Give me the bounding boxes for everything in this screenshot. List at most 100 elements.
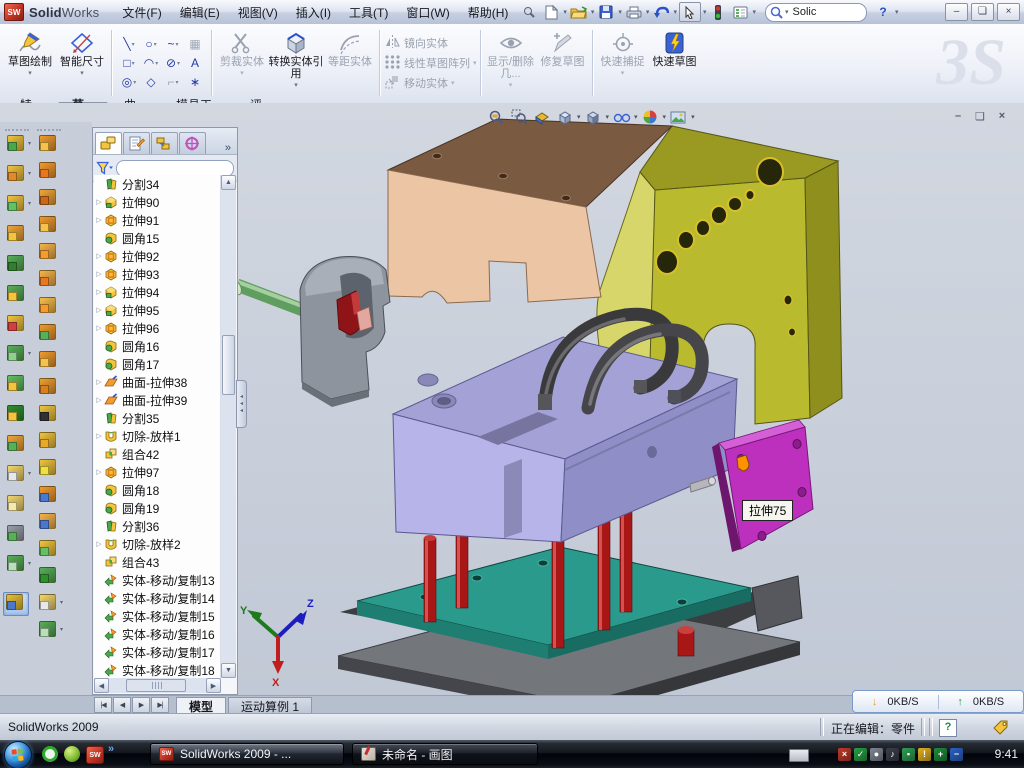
sketch-entity-icon[interactable]: □▾ [118, 54, 140, 73]
tree-item-拉伸92[interactable]: ▷拉伸92 [94, 247, 220, 265]
volume-icon[interactable]: ♪ [886, 748, 899, 761]
tree-item-切除-放样1[interactable]: ▷切除-放样1 [94, 427, 220, 445]
study-nav-0[interactable]: |◀ [94, 697, 112, 713]
tree-vertical-scrollbar[interactable]: ▲ ▼ [221, 175, 236, 678]
hide-show-items-icon[interactable] [611, 108, 632, 126]
offset-surface-button[interactable] [37, 350, 57, 368]
study-nav-3[interactable]: ▶| [151, 697, 169, 713]
curve-button[interactable]: ▾ [37, 620, 57, 638]
tree-item-圆角15[interactable]: 圆角15 [94, 229, 220, 247]
filter-input[interactable] [116, 160, 234, 177]
dropdown-arrow-icon[interactable]: ▾ [294, 81, 298, 89]
menu-窗口W[interactable]: 窗口(W) [397, 1, 458, 24]
taskbar-clock[interactable]: 9:41 [995, 747, 1018, 761]
tree-item-实体-移动/复制15[interactable]: 实体-移动/复制15 [94, 607, 220, 625]
sync-icon[interactable]: ▪ [902, 748, 915, 761]
sketch-entity-icon[interactable]: ◎▾ [118, 73, 140, 92]
sketch-entity-icon[interactable]: ○▾ [140, 35, 162, 54]
tree-item-实体-移动/复制17[interactable]: 实体-移动/复制17 [94, 643, 220, 661]
filled-surface-button[interactable] [37, 269, 57, 287]
menu-编辑E[interactable]: 编辑(E) [171, 1, 229, 24]
taskbar-button-1[interactable]: SWSolidWorks 2009 - ... [150, 743, 344, 765]
fillet-button[interactable]: ▾ [5, 194, 25, 212]
chamfer-button[interactable] [5, 284, 25, 302]
sketch-entity-icon[interactable]: ◇ [140, 73, 162, 92]
tree-item-组合43[interactable]: 组合43 [94, 553, 220, 571]
extend-surface-button[interactable] [37, 512, 57, 530]
ribbon-button-线性草图阵列[interactable]: 线性草图阵列▾ [384, 53, 477, 73]
ribbon-button-镜向实体[interactable]: 镜向实体 [384, 33, 477, 53]
protect-plus-icon[interactable]: + [934, 748, 947, 761]
help-status-icon[interactable]: ? [939, 719, 957, 737]
sketch-entity-icon[interactable]: ~▾ [162, 35, 184, 54]
ribbon-button-剪裁实体[interactable]: 剪裁实体▾ [216, 26, 268, 100]
antivirus-shield-icon[interactable]: × [838, 748, 851, 761]
dimxpertmanager-tab[interactable] [179, 132, 206, 154]
search-box[interactable]: ▾ [765, 3, 867, 22]
zoom-area-icon[interactable] [508, 108, 529, 126]
view-orientation-icon[interactable] [554, 108, 575, 126]
expand-arrow-icon[interactable]: ▷ [94, 252, 104, 260]
dropdown-arrow-icon[interactable]: ▾ [577, 113, 581, 121]
ribbon-button-智能尺寸[interactable]: 智能尺寸▾ [56, 26, 108, 100]
ribbon-button-等距实体[interactable]: 等距实体 [324, 26, 376, 100]
menu-文件F[interactable]: 文件(F) [113, 1, 170, 24]
panel-splitter-handle[interactable]: ◂◂◂ [236, 380, 247, 428]
tree-item-分割35[interactable]: 分割35 [94, 409, 220, 427]
tree-item-拉伸97[interactable]: ▷拉伸97 [94, 463, 220, 481]
tree-item-曲面-拉伸39[interactable]: ▷曲面-拉伸39 [94, 391, 220, 409]
freeform-button[interactable] [37, 242, 57, 260]
restore-button[interactable]: ❏ [971, 3, 994, 21]
expand-arrow-icon[interactable]: ▷ [94, 540, 104, 548]
tree-horizontal-scrollbar[interactable]: ◀ ▶ [94, 678, 221, 693]
apply-scene-icon[interactable] [668, 108, 689, 126]
lofted-surface-button[interactable] [37, 323, 57, 341]
display-style-icon[interactable] [583, 108, 604, 126]
edit-appearance-icon[interactable] [640, 108, 661, 126]
sketch-entity-icon[interactable]: ╲▾ [118, 35, 140, 54]
ribbon-button-快速草图[interactable]: 快速草图 [649, 26, 701, 100]
tree-item-圆角19[interactable]: 圆角19 [94, 499, 220, 517]
tree-item-拉伸94[interactable]: ▷拉伸94 [94, 283, 220, 301]
tree-item-切除-放样2[interactable]: ▷切除-放样2 [94, 535, 220, 553]
dropdown-arrow-icon[interactable]: ▾ [509, 81, 513, 89]
dropdown-arrow-icon[interactable]: ▾ [621, 69, 625, 77]
tree-item-拉伸90[interactable]: ▷拉伸90 [94, 193, 220, 211]
menu-视图V[interactable]: 视图(V) [229, 1, 287, 24]
options-icon[interactable] [730, 3, 750, 21]
tree-item-分割36[interactable]: 分割36 [94, 517, 220, 535]
tree-item-圆角18[interactable]: 圆角18 [94, 481, 220, 499]
expand-arrow-icon[interactable]: ▷ [94, 216, 104, 224]
quicklaunch-solidworks-icon[interactable]: SW [86, 746, 104, 764]
section-view-icon[interactable] [531, 108, 552, 126]
expand-arrow-icon[interactable]: ▷ [94, 468, 104, 476]
sketch-entity-icon[interactable]: A [184, 54, 206, 73]
taskbar-button-2[interactable]: 未命名 - 画图 [352, 743, 538, 765]
curve-button[interactable]: ▾ [5, 554, 25, 572]
tree-item-拉伸93[interactable]: ▷拉伸93 [94, 265, 220, 283]
boundary-surface-button[interactable] [37, 215, 57, 233]
expand-arrow-icon[interactable]: ▷ [94, 270, 104, 278]
tag-icon[interactable] [992, 719, 1010, 735]
ribbon-button-转换实体引用[interactable]: 转换实体引用▾ [268, 26, 324, 100]
zoom-fit-icon[interactable] [485, 108, 506, 126]
revolved-surface-button[interactable] [37, 161, 57, 179]
tab-模型[interactable]: 模型 [176, 697, 226, 714]
keyboard-layout-icon[interactable] [789, 749, 809, 762]
panel-overflow-chevron[interactable]: » [221, 142, 235, 154]
tree-item-实体-移动/复制16[interactable]: 实体-移动/复制16 [94, 625, 220, 643]
combine-button[interactable] [5, 404, 25, 422]
ribbon-button-快速捕捉[interactable]: 快速捕捉▾ [597, 26, 649, 100]
start-button[interactable] [4, 741, 32, 768]
menu-工具T[interactable]: 工具(T) [340, 1, 397, 24]
sketch-entity-icon[interactable]: ◠▾ [140, 54, 162, 73]
fillet-surface-button[interactable] [37, 539, 57, 557]
thicken-button[interactable] [37, 431, 57, 449]
doc-minimize-button[interactable]: – [947, 110, 969, 123]
dropdown-arrow-icon[interactable]: ▾ [80, 69, 84, 77]
extruded-cut-button[interactable]: ▾ [5, 164, 25, 182]
select-arrow-icon[interactable] [679, 2, 701, 22]
tab-运动算例 1[interactable]: 运动算例 1 [228, 697, 312, 714]
linear-pattern-button[interactable]: ▾ [5, 344, 25, 362]
print-icon[interactable] [624, 3, 644, 21]
